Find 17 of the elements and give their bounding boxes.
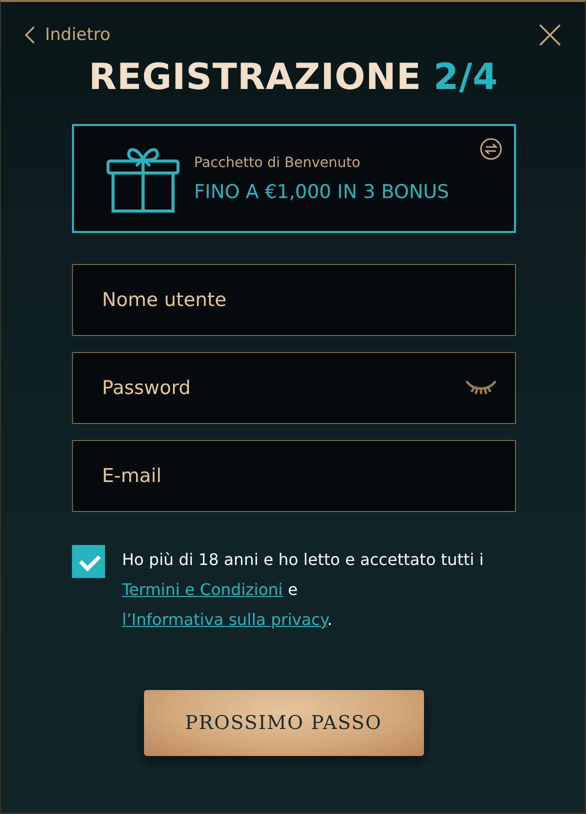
input-field[interactable]: E-mail [72, 440, 516, 512]
closed-eye-icon[interactable] [466, 380, 496, 396]
page-title: REGISTRAZIONE [88, 57, 422, 98]
checkbox[interactable] [72, 545, 105, 578]
bonus-caption: Pacchetto di Benvenuto [194, 154, 362, 170]
input-field[interactable]: Password [72, 352, 516, 424]
bonus-offer: FINO A €1,000 IN 3 BONUS [194, 180, 450, 202]
terms-link[interactable]: l’Informativa sulla privacy [122, 610, 328, 629]
swap-icon[interactable] [480, 138, 502, 160]
next-step-button[interactable]: PROSSIMO PASSO [144, 690, 424, 756]
agreement-text: Ho più di 18 anni e ho letto e accettato tutti i Termini e Condizioni e l’Informativa sulla privacy. [122, 549, 485, 631]
step-counter: 2/4 [433, 57, 498, 98]
terms-link[interactable]: Termini e Condizioni [122, 580, 283, 599]
back-icon[interactable] [25, 26, 35, 44]
input-field[interactable]: Nome utente [72, 264, 516, 336]
back-link[interactable]: Indietro [45, 25, 110, 45]
close-icon[interactable] [539, 24, 561, 46]
